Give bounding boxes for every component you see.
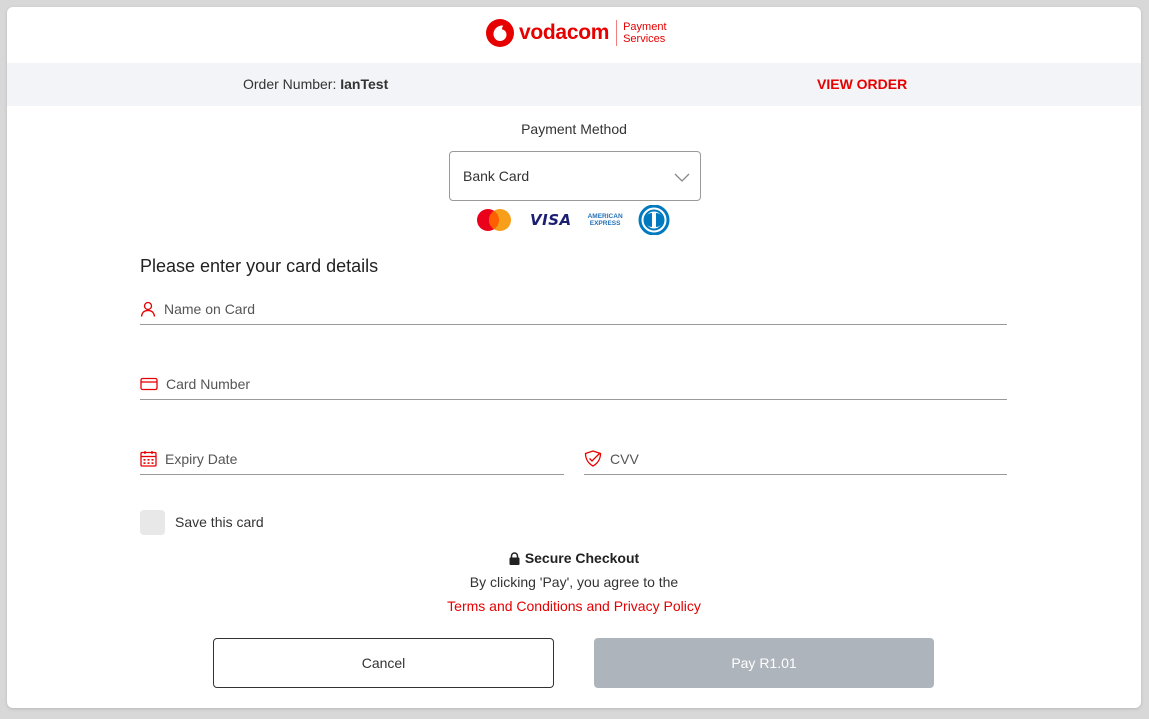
secure-checkout-label: Secure Checkout xyxy=(524,550,640,566)
vodacom-logo: vodacom Payment Services xyxy=(486,18,667,48)
order-bar: Order Number: IanTest VIEW ORDER xyxy=(7,63,1141,106)
terms-link[interactable]: Terms and Conditions and Privacy Policy xyxy=(447,598,701,614)
lock-icon xyxy=(509,551,520,565)
mastercard-icon xyxy=(477,209,511,231)
secure-checkout: Secure Checkout xyxy=(7,550,1141,566)
name-on-card-field[interactable]: Name on Card xyxy=(140,293,1007,325)
expiry-date-field[interactable]: Expiry Date xyxy=(140,443,564,475)
shield-check-icon xyxy=(584,450,602,467)
cvv-placeholder: CVV xyxy=(610,450,639,467)
order-number-label: Order Number: xyxy=(243,76,337,92)
payment-method-value: Bank Card xyxy=(463,168,530,184)
order-number-value: IanTest xyxy=(340,76,389,92)
brand-name: vodacom xyxy=(519,21,610,44)
cancel-button[interactable]: Cancel xyxy=(213,638,554,688)
cvv-field[interactable]: CVV xyxy=(584,443,1007,475)
chevron-down-icon xyxy=(674,173,690,182)
visa-icon: VISA xyxy=(530,211,572,229)
brand-sub-line1: Payment xyxy=(623,21,667,33)
payment-method-label: Payment Method xyxy=(521,121,627,137)
header: vodacom Payment Services xyxy=(7,7,1141,63)
amex-line2: EXPRESS xyxy=(589,220,621,227)
diners-club-icon xyxy=(638,205,670,235)
view-order-link[interactable]: VIEW ORDER xyxy=(817,76,907,92)
card-brands: VISA AMERICAN EXPRESS xyxy=(475,205,674,235)
card-number-field[interactable]: Card Number xyxy=(140,368,1007,400)
vodacom-logo-icon xyxy=(486,19,514,47)
terms-line: Terms and Conditions and Privacy Policy xyxy=(7,598,1141,614)
order-number: Order Number: IanTest xyxy=(243,76,388,92)
name-on-card-placeholder: Name on Card xyxy=(164,300,256,317)
payment-card: vodacom Payment Services Order Number: I… xyxy=(7,7,1141,708)
calendar-icon xyxy=(140,451,157,467)
brand-sub-line2: Services xyxy=(623,33,666,45)
logo-divider xyxy=(616,20,618,46)
save-card-checkbox[interactable] xyxy=(140,510,165,535)
credit-card-icon xyxy=(140,377,158,390)
brand-subtitle: Payment Services xyxy=(623,21,666,45)
pay-button[interactable]: Pay R1.01 xyxy=(594,638,934,688)
expiry-date-placeholder: Expiry Date xyxy=(165,450,238,467)
card-number-placeholder: Card Number xyxy=(166,375,251,392)
amex-icon: AMERICAN EXPRESS xyxy=(588,213,623,227)
agreement-text: By clicking 'Pay', you agree to the xyxy=(469,574,679,590)
amex-line1: AMERICAN xyxy=(587,213,623,220)
person-icon xyxy=(140,301,156,317)
card-details-title: Please enter your card details xyxy=(140,256,379,276)
payment-method-select[interactable]: Bank Card xyxy=(449,151,701,201)
save-card-label: Save this card xyxy=(175,514,264,530)
